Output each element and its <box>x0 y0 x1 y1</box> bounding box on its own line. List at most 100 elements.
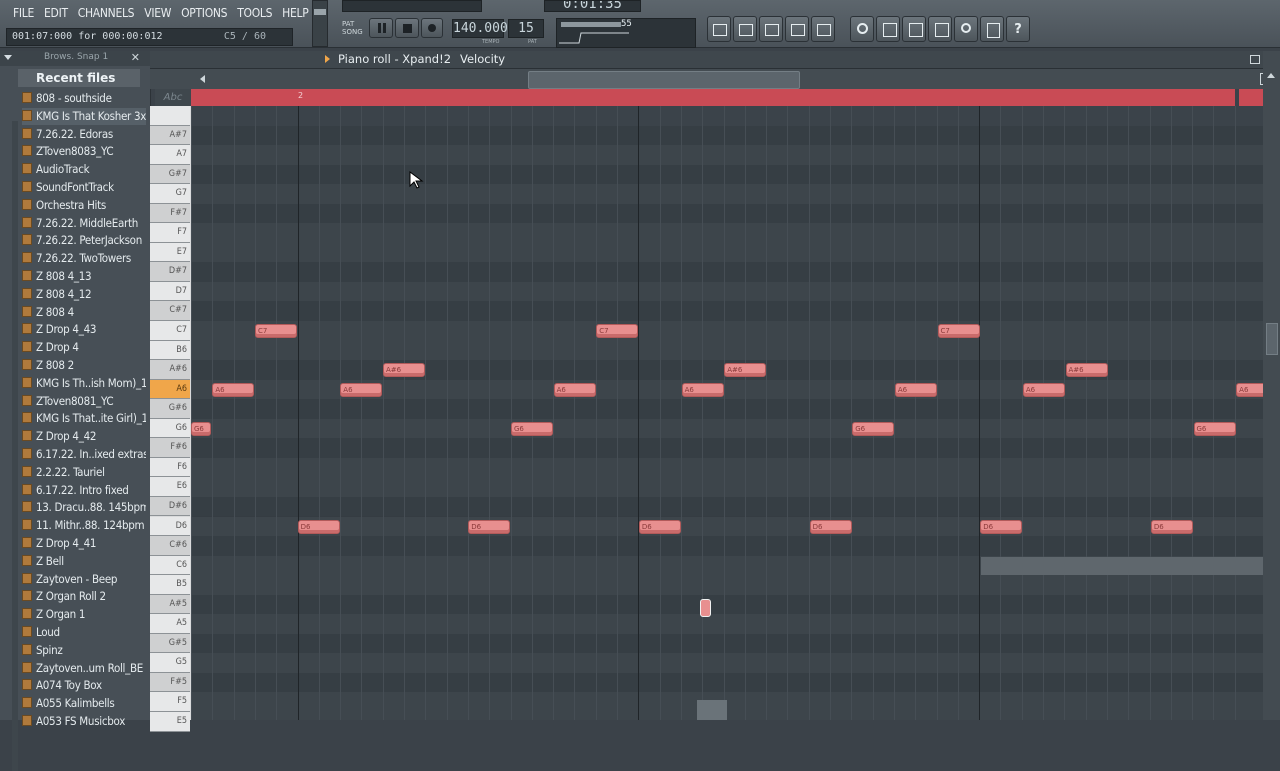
render-button[interactable] <box>902 16 926 42</box>
search-button[interactable] <box>954 16 978 42</box>
piano-key[interactable]: C#6 <box>150 536 190 556</box>
browser-file-item[interactable]: 6.17.22. In..ixed extras <box>22 446 146 463</box>
piano-key[interactable]: F6 <box>150 457 190 478</box>
browser-file-item[interactable]: Zaytoven..um Roll_BE <box>22 660 146 677</box>
browser-button[interactable] <box>785 16 809 42</box>
record-button[interactable] <box>421 18 443 38</box>
browser-file-item[interactable]: Z Organ 1 <box>22 606 146 623</box>
piano-key[interactable]: F7 <box>150 223 190 243</box>
piano-key[interactable]: A7 <box>150 145 190 165</box>
piano-key[interactable]: B6 <box>150 340 190 361</box>
note-block[interactable]: A6 <box>681 382 724 397</box>
abc-label[interactable]: Abc <box>155 89 191 106</box>
note-block[interactable]: G6 <box>191 421 211 436</box>
browser-file-item[interactable]: Z Drop 4_43 <box>22 321 146 338</box>
note-block[interactable]: G6 <box>510 421 553 436</box>
note-block[interactable]: A#6 <box>1065 363 1108 378</box>
piano-key[interactable]: A#7 <box>150 125 190 146</box>
master-volume-slider[interactable] <box>312 0 328 47</box>
piano-key[interactable]: F#6 <box>150 438 190 458</box>
browser-file-item[interactable]: Z Drop 4_41 <box>22 535 146 552</box>
piano-keyboard[interactable]: A#7 A7 G#7 G7 F#7 F7 E7 D#7 D7 C#7 C7 B6 A#6 A6 G#6 G6 F… <box>150 106 191 732</box>
browser-file-item[interactable]: ZToven8081_YC <box>22 393 146 410</box>
note-block[interactable]: D6 <box>468 519 511 534</box>
browser-file-item[interactable]: KMG Is That..ite Girl)_1 <box>22 410 146 427</box>
browser-file-item[interactable]: SoundFontTrack <box>22 179 146 196</box>
note-block[interactable]: A6 <box>212 382 255 397</box>
piano-key[interactable]: G5 <box>150 653 190 673</box>
note-block[interactable]: C7 <box>254 324 297 338</box>
piano-key[interactable]: F5 <box>150 692 190 712</box>
browser-file-item[interactable]: Z 808 2 <box>22 357 146 374</box>
note-grid[interactable]: G6 A6 C7 D6 A6 A#6 D6 G6 A6 C7 D6 A6 A#6 G6 D6 A6 C7 D6 A6… <box>191 106 1263 720</box>
note-block[interactable]: C7 <box>937 324 980 338</box>
piano-key[interactable]: D6 <box>150 516 190 537</box>
note-block[interactable]: A6 <box>340 382 383 397</box>
browser-file-item[interactable]: 13. Dracu..88. 145bpm <box>22 499 146 516</box>
piano-key[interactable]: C7 <box>150 321 190 341</box>
browser-file-item[interactable]: Spinz <box>22 642 146 659</box>
help-button[interactable]: ? <box>1006 16 1030 42</box>
browser-file-item[interactable]: Z 808 4 <box>22 304 146 321</box>
piano-key[interactable]: E6 <box>150 477 190 497</box>
browser-scrollbar[interactable] <box>12 121 18 771</box>
note-block[interactable]: A#6 <box>724 363 767 378</box>
browser-file-item[interactable]: Zaytoven - Beep <box>22 571 146 588</box>
restore-window-icon[interactable] <box>1250 55 1260 64</box>
menu-file[interactable]: FILE <box>8 4 39 24</box>
mixer-button[interactable] <box>811 16 835 42</box>
browser-file-item[interactable]: Z Organ Roll 2 <box>22 588 146 605</box>
browser-file-item[interactable]: Loud <box>22 624 146 641</box>
menu-view[interactable]: VIEW <box>139 4 176 24</box>
piano-key[interactable]: G6 <box>150 418 190 439</box>
note-block[interactable]: G6 <box>1193 421 1236 436</box>
right-scrollbar[interactable] <box>1263 51 1280 720</box>
piano-roll-title[interactable]: Piano roll - Xpand!2 <box>338 52 451 66</box>
menu-channels[interactable]: CHANNELS <box>73 4 139 24</box>
note-block[interactable]: D6 <box>1150 519 1193 534</box>
browser-file-item[interactable]: 7.26.22. Edoras <box>22 126 146 143</box>
browser-file-item[interactable]: Z 808 4_13 <box>22 268 146 285</box>
menu-tools[interactable]: TOOLS <box>232 4 277 24</box>
stop-button[interactable] <box>395 18 419 38</box>
piano-key[interactable]: B5 <box>150 575 190 595</box>
piano-roll-target-dropdown[interactable]: Velocity <box>460 52 505 66</box>
pat-song-toggle[interactable]: PAT SONG <box>342 20 366 36</box>
piano-key[interactable]: G#5 <box>150 633 190 654</box>
menu-edit[interactable]: EDIT <box>39 4 73 24</box>
browser-file-item[interactable]: Z Drop 4 <box>22 339 146 356</box>
piano-key[interactable] <box>150 106 190 126</box>
browser-file-item[interactable]: A055 Kalimbells <box>22 695 146 712</box>
note-block[interactable]: D6 <box>809 519 852 534</box>
piano-key[interactable]: G7 <box>150 184 190 204</box>
piano-key[interactable]: G#6 <box>150 399 190 419</box>
browser-file-item[interactable]: 808 - southside <box>22 90 146 107</box>
velocity-handle[interactable] <box>700 599 711 617</box>
piano-key[interactable]: C6 <box>150 555 190 576</box>
browser-file-item[interactable]: ZToven8083_YC <box>22 143 146 160</box>
piano-key[interactable]: F#5 <box>150 672 190 693</box>
browser-file-item[interactable]: Z Bell <box>22 553 146 570</box>
piano-key[interactable]: G#7 <box>150 164 190 185</box>
tempo-display[interactable]: 140.000 <box>452 19 508 38</box>
piano-key[interactable]: E5 <box>150 712 190 732</box>
piano-key[interactable]: D#7 <box>150 262 190 282</box>
browser-file-item[interactable]: 11. Mithr..88. 124bpm <box>22 517 146 534</box>
note-block[interactable]: A6 <box>894 382 937 397</box>
piano-key[interactable]: A#6 <box>150 360 190 380</box>
note-block[interactable]: G6 <box>852 421 895 436</box>
menu-options[interactable]: OPTIONS <box>176 4 232 24</box>
piano-key[interactable]: C#7 <box>150 301 190 321</box>
note-block[interactable]: D6 <box>297 519 340 534</box>
note-block[interactable]: A6 <box>1022 382 1065 397</box>
note-block[interactable]: A6 <box>553 382 596 397</box>
browser-file-item[interactable]: A053 FS Musicbox <box>22 713 146 730</box>
piano-roll-menu-arrow-icon[interactable] <box>325 55 330 63</box>
playlist-button[interactable] <box>707 16 731 42</box>
piano-key[interactable]: E7 <box>150 242 190 263</box>
browser-file-item[interactable]: 2.2.22. Tauriel <box>22 464 146 481</box>
plugin-picker-button[interactable] <box>928 16 952 42</box>
piano-key[interactable]: A6 <box>150 379 190 400</box>
menu-help[interactable]: HELP <box>277 4 313 24</box>
browser-menu-arrow-icon[interactable] <box>4 55 12 60</box>
